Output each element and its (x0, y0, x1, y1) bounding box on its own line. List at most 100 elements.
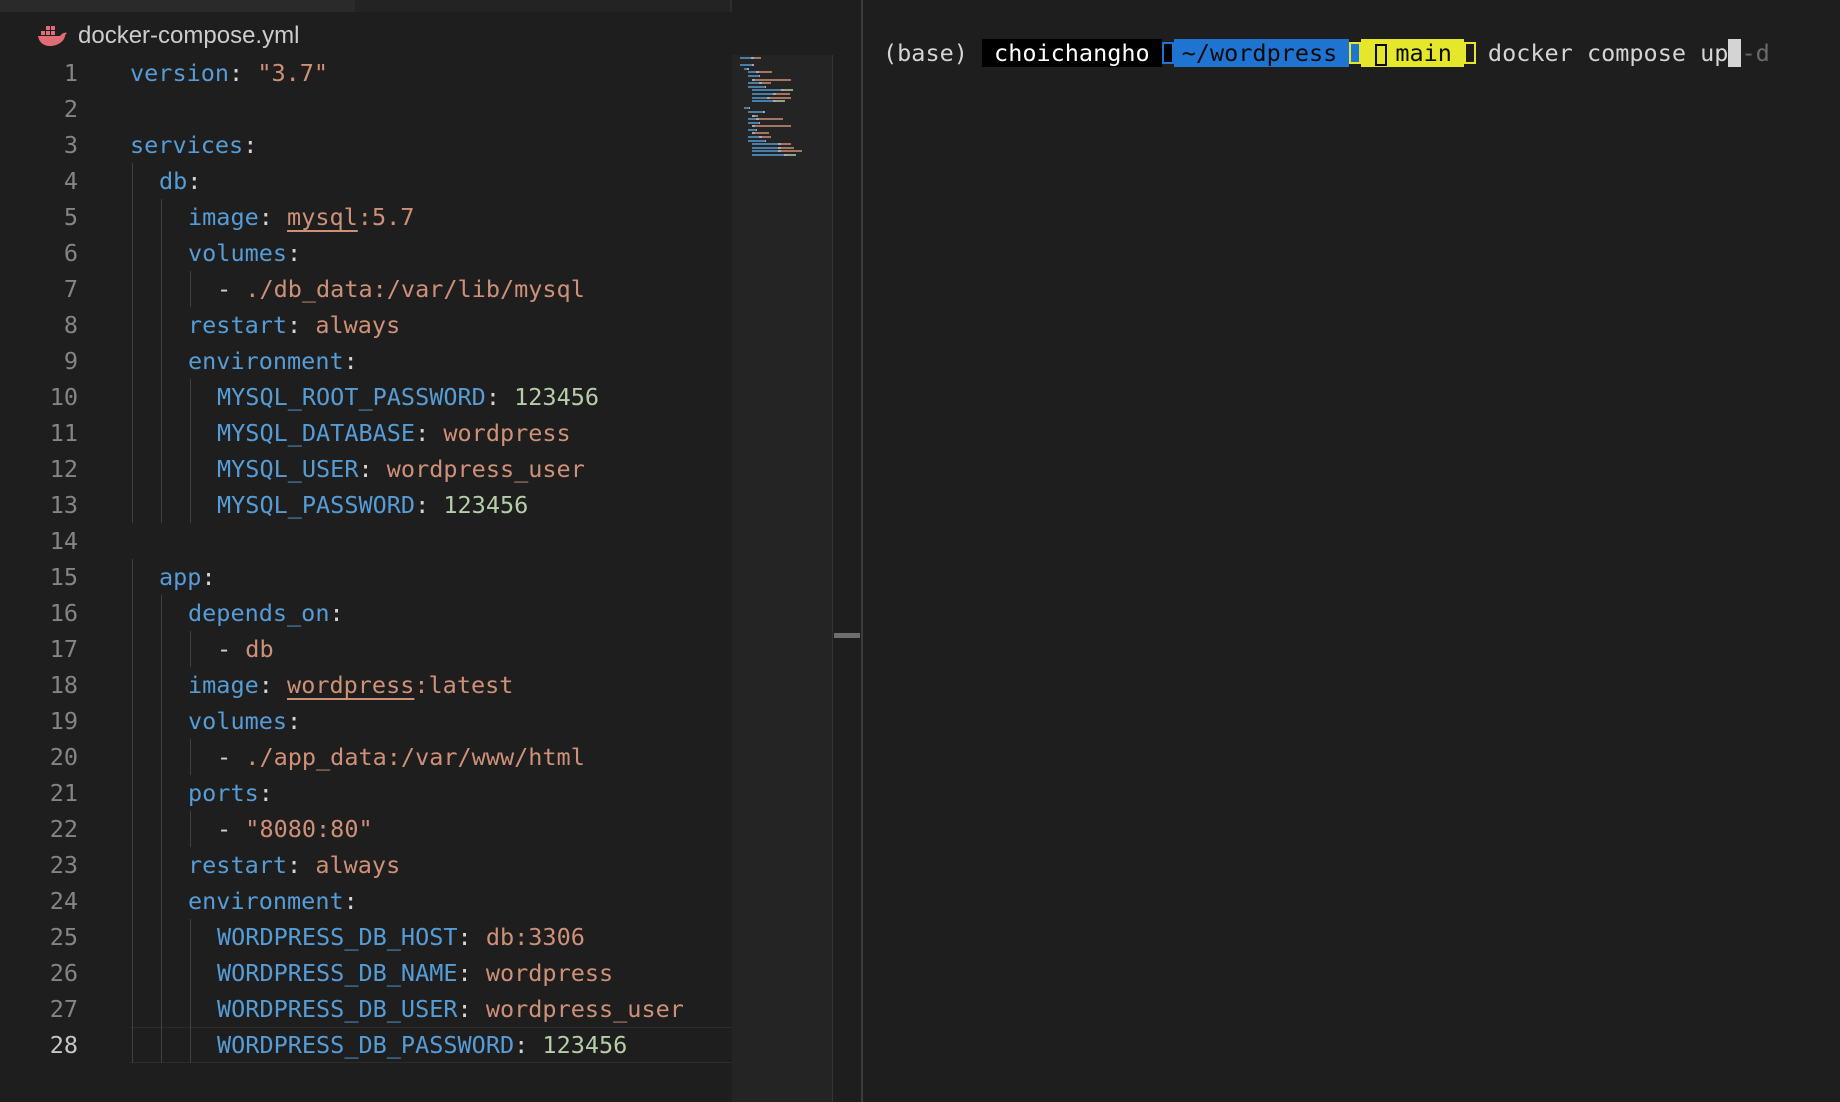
indent-guide (161, 991, 162, 1027)
indent-guide (161, 847, 162, 883)
indent-guide (132, 955, 133, 991)
code-line[interactable]: 5 image: mysql:5.7 (0, 199, 732, 235)
line-text: WORDPRESS_DB_HOST: db:3306 (217, 919, 585, 955)
indent-guide (161, 415, 162, 451)
indent-guide (132, 379, 133, 415)
line-number: 15 (49, 563, 78, 591)
code-line[interactable]: 25 WORDPRESS_DB_HOST: db:3306 (0, 919, 732, 955)
indent-guide (190, 487, 191, 523)
indent-guide (190, 955, 191, 991)
code-token: environment (188, 887, 344, 915)
code-line[interactable]: 9 environment: (0, 343, 732, 379)
indent-guide (161, 235, 162, 271)
code-token: depends_on (188, 599, 330, 627)
code-line[interactable]: 3 services: (0, 127, 732, 163)
line-number: 19 (49, 707, 78, 735)
code-token: volumes (188, 707, 288, 735)
indent-guide (132, 271, 133, 307)
minimap[interactable] (732, 0, 862, 1102)
indent-guide (132, 487, 133, 523)
indent-guide (161, 487, 162, 523)
line-number: 10 (49, 383, 78, 411)
code-line[interactable]: 23 restart: always (0, 847, 732, 883)
indent-guide (190, 991, 191, 1027)
indent-guide (161, 883, 162, 919)
indent-guide (132, 595, 133, 631)
code-line[interactable]: 14 (0, 523, 732, 559)
code-line[interactable]: 18 image: wordpress:latest (0, 667, 732, 703)
code-token: wordpress_user (485, 995, 684, 1023)
code-token: : (485, 383, 515, 411)
code-token: WORDPRESS_DB_HOST (217, 923, 458, 951)
code-token: 123456 (542, 1031, 628, 1059)
code-area[interactable]: 1 version: "3.7" 2 3 services: 4 db: 5 image: my… (0, 55, 732, 1063)
line-number: 3 (63, 131, 78, 159)
code-line[interactable]: 28 WORDPRESS_DB_PASSWORD: 123456 (0, 1027, 732, 1063)
indent-guide (190, 739, 191, 775)
code-line[interactable]: 13 MYSQL_PASSWORD: 123456 (0, 487, 732, 523)
code-line[interactable]: 26 WORDPRESS_DB_NAME: wordpress (0, 955, 732, 991)
code-line[interactable]: 6 volumes: (0, 235, 732, 271)
code-token: image (188, 671, 259, 699)
code-token: : (457, 923, 486, 951)
code-line[interactable]: 27 WORDPRESS_DB_USER: wordpress_user (0, 991, 732, 1027)
code-line[interactable]: 4 db: (0, 163, 732, 199)
code-line[interactable]: 19 volumes: (0, 703, 732, 739)
terminal-cursor (1728, 39, 1742, 67)
code-token: : (514, 1031, 543, 1059)
code-line[interactable]: 12 MYSQL_USER: wordpress_user (0, 451, 732, 487)
line-number: 21 (49, 779, 78, 807)
code-line[interactable]: 11 MYSQL_DATABASE: wordpress (0, 415, 732, 451)
code-token: wordpress (287, 671, 415, 699)
vertical-scrollbar-thumb[interactable] (834, 633, 860, 638)
code-line[interactable]: 17 - db (0, 631, 732, 667)
minimap-divider (832, 55, 833, 1102)
line-text: WORDPRESS_DB_USER: wordpress_user (217, 991, 684, 1027)
code-line[interactable]: 2 (0, 91, 732, 127)
code-line[interactable]: 10 MYSQL_ROOT_PASSWORD: 123456 (0, 379, 732, 415)
code-line[interactable]: 20 - ./app_data:/var/www/html (0, 739, 732, 775)
tab-bar-empty (355, 0, 730, 12)
indent-guide (190, 1027, 191, 1063)
line-text: image: wordpress:latest (188, 667, 513, 703)
code-line[interactable]: 16 depends_on: (0, 595, 732, 631)
prompt-directory: ~/wordpress (1173, 39, 1350, 67)
indent-guide (190, 631, 191, 667)
code-token: db:3306 (485, 923, 585, 951)
code-line[interactable]: 1 version: "3.7" (0, 55, 732, 91)
code-token: version (130, 59, 230, 87)
code-token: image (188, 203, 259, 231)
prompt-git-branch: main (1361, 39, 1464, 67)
terminal-pane[interactable]: (base) choichangho ~/wordpress main dock… (863, 0, 1840, 1102)
indent-guide (161, 703, 162, 739)
indent-guide (132, 199, 133, 235)
minimap-viewport[interactable] (732, 55, 832, 1102)
line-number: 14 (49, 527, 78, 555)
code-token: WORDPRESS_DB_NAME (217, 959, 458, 987)
line-number: 2 (63, 95, 78, 123)
code-line[interactable]: 24 environment: (0, 883, 732, 919)
code-line[interactable]: 21 ports: (0, 775, 732, 811)
code-line[interactable]: 7 - ./db_data:/var/lib/mysql (0, 271, 732, 307)
code-token: :5.7 (357, 203, 415, 231)
code-token: : (343, 887, 358, 915)
indent-guide (132, 1027, 133, 1063)
indent-guide (132, 307, 133, 343)
code-token: db (245, 635, 274, 663)
indent-guide (132, 415, 133, 451)
code-line[interactable]: 8 restart: always (0, 307, 732, 343)
indent-guide (161, 811, 162, 847)
code-line[interactable]: 15 app: (0, 559, 732, 595)
code-line[interactable]: 22 - "8080:80" (0, 811, 732, 847)
indent-guide (132, 847, 133, 883)
tab-docker-compose[interactable]: docker-compose.yml (0, 12, 299, 60)
code-token: 123456 (443, 491, 529, 519)
code-token: wordpress (443, 419, 571, 447)
code-token: mysql (287, 203, 358, 231)
powerline-end-icon (1463, 42, 1476, 64)
indent-guide (132, 775, 133, 811)
indent-guide (161, 667, 162, 703)
code-token: : (358, 455, 387, 483)
indent-guide (190, 811, 191, 847)
line-text: app: (159, 559, 216, 595)
